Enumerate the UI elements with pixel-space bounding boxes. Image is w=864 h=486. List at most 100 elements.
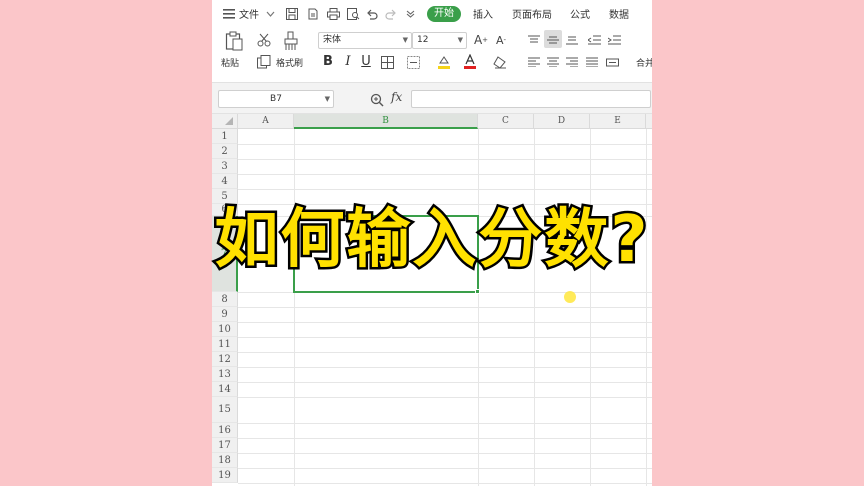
increase-font-icon[interactable]: A +	[473, 32, 489, 48]
gridline	[238, 174, 652, 175]
align-center-icon[interactable]	[545, 54, 561, 70]
gridline	[238, 322, 652, 323]
font-name-select[interactable]: 宋体 ▼	[318, 32, 412, 49]
gridline	[238, 189, 652, 190]
file-menu[interactable]: 文件	[239, 6, 259, 21]
border-icon[interactable]	[379, 54, 395, 70]
row-header-18[interactable]: 18	[212, 453, 238, 468]
formula-bar: B7 ▼ fx	[212, 82, 652, 114]
name-box-value: B7	[270, 94, 282, 104]
chevron-down-icon[interactable]	[263, 7, 277, 21]
corner-triangle-icon	[225, 117, 233, 125]
cursor-highlight	[564, 291, 576, 303]
undo-icon[interactable]	[365, 7, 379, 21]
sheet-grid[interactable]: A B C D E 1 2 3 4 5 6 7 8 9 10 11 12 13 …	[212, 114, 652, 486]
decrease-font-icon[interactable]: A-	[493, 32, 509, 48]
print-icon[interactable]	[326, 7, 340, 21]
row-header-17[interactable]: 17	[212, 438, 238, 453]
font-size-value: 12	[417, 35, 429, 45]
gridline	[238, 397, 652, 398]
fill-color-icon[interactable]	[436, 54, 452, 70]
customize-toolbar-icon[interactable]	[403, 7, 417, 21]
gridline	[238, 423, 652, 424]
tab-formulas[interactable]: 公式	[570, 6, 590, 21]
print-preview-icon[interactable]	[346, 7, 360, 21]
row-header-11[interactable]: 11	[212, 337, 238, 352]
row-header-10[interactable]: 10	[212, 322, 238, 337]
font-size-select[interactable]: 12 ▼	[412, 32, 467, 49]
formula-input[interactable]	[411, 90, 651, 108]
menu-bar: 文件 开始 插入 页面布局 公式 数据	[212, 0, 652, 28]
gridline	[238, 144, 652, 145]
paste-label[interactable]: 粘贴	[221, 56, 239, 69]
select-all-corner[interactable]	[212, 114, 238, 129]
gridline	[238, 468, 652, 469]
font-color-icon[interactable]	[462, 53, 478, 69]
cut-icon[interactable]	[256, 32, 272, 48]
row-header-14[interactable]: 14	[212, 382, 238, 397]
copy-icon[interactable]	[256, 54, 272, 70]
increase-indent-icon[interactable]	[606, 32, 622, 48]
bold-button[interactable]: B	[320, 53, 336, 69]
row-header-15[interactable]: 15	[212, 397, 238, 423]
italic-button[interactable]: I	[340, 53, 356, 69]
merge-label[interactable]: 合并	[636, 56, 652, 69]
align-middle-icon[interactable]	[545, 32, 561, 48]
column-header-e[interactable]: E	[590, 114, 646, 129]
underline-button[interactable]: U	[358, 53, 374, 69]
column-header-c[interactable]: C	[478, 114, 534, 129]
row-header-9[interactable]: 9	[212, 307, 238, 322]
align-left-icon[interactable]	[526, 54, 542, 70]
justify-icon[interactable]	[584, 54, 600, 70]
gridline	[238, 352, 652, 353]
row-header-3[interactable]: 3	[212, 159, 238, 174]
gridline	[238, 453, 652, 454]
row-header-8[interactable]: 8	[212, 292, 238, 307]
caret-down-icon: ▼	[457, 36, 463, 44]
zoom-search-icon[interactable]	[370, 92, 384, 111]
gridline	[238, 382, 652, 383]
fill-handle[interactable]	[475, 289, 480, 294]
format-painter-icon[interactable]	[282, 31, 300, 51]
name-box[interactable]: B7 ▼	[218, 90, 334, 108]
gridline	[238, 307, 652, 308]
row-header-4[interactable]: 4	[212, 174, 238, 189]
redo-icon[interactable]	[384, 7, 398, 21]
gridline	[238, 337, 652, 338]
align-top-icon[interactable]	[526, 32, 542, 48]
video-title-overlay: 如何输入分数?	[212, 201, 650, 280]
caret-down-icon: ▼	[402, 36, 408, 44]
distributed-icon[interactable]	[604, 54, 620, 70]
column-header-d[interactable]: D	[534, 114, 590, 129]
row-header-1[interactable]: 1	[212, 129, 238, 144]
cell-style-icon[interactable]	[405, 54, 421, 70]
column-header-partial[interactable]	[646, 114, 652, 129]
row-header-16[interactable]: 16	[212, 423, 238, 438]
tab-home[interactable]: 开始	[427, 6, 461, 22]
gridline	[238, 483, 652, 484]
gridline	[238, 159, 652, 160]
gridline	[238, 438, 652, 439]
paste-icon[interactable]	[225, 31, 243, 51]
save-icon[interactable]	[285, 7, 299, 21]
row-header-13[interactable]: 13	[212, 367, 238, 382]
tab-insert[interactable]: 插入	[473, 6, 493, 21]
align-bottom-icon[interactable]	[564, 32, 580, 48]
caret-down-icon: ▼	[324, 95, 330, 103]
fx-icon[interactable]: fx	[391, 90, 402, 104]
tab-data[interactable]: 数据	[609, 6, 629, 21]
tab-page-layout[interactable]: 页面布局	[512, 6, 552, 21]
row-header-2[interactable]: 2	[212, 144, 238, 159]
clear-format-icon[interactable]	[492, 54, 508, 70]
column-header-a[interactable]: A	[238, 114, 294, 129]
gridline	[238, 367, 652, 368]
align-right-icon[interactable]	[564, 54, 580, 70]
ribbon-home: 粘贴 格式刷 宋体 ▼ 12 ▼ A + A- B I U 合并	[212, 28, 652, 78]
decrease-indent-icon[interactable]	[586, 32, 602, 48]
format-painter-label[interactable]: 格式刷	[276, 56, 303, 69]
output-pdf-icon[interactable]	[306, 7, 320, 21]
hamburger-icon[interactable]	[222, 7, 236, 21]
row-header-12[interactable]: 12	[212, 352, 238, 367]
column-header-b[interactable]: B	[294, 114, 478, 129]
row-header-19[interactable]: 19	[212, 468, 238, 483]
